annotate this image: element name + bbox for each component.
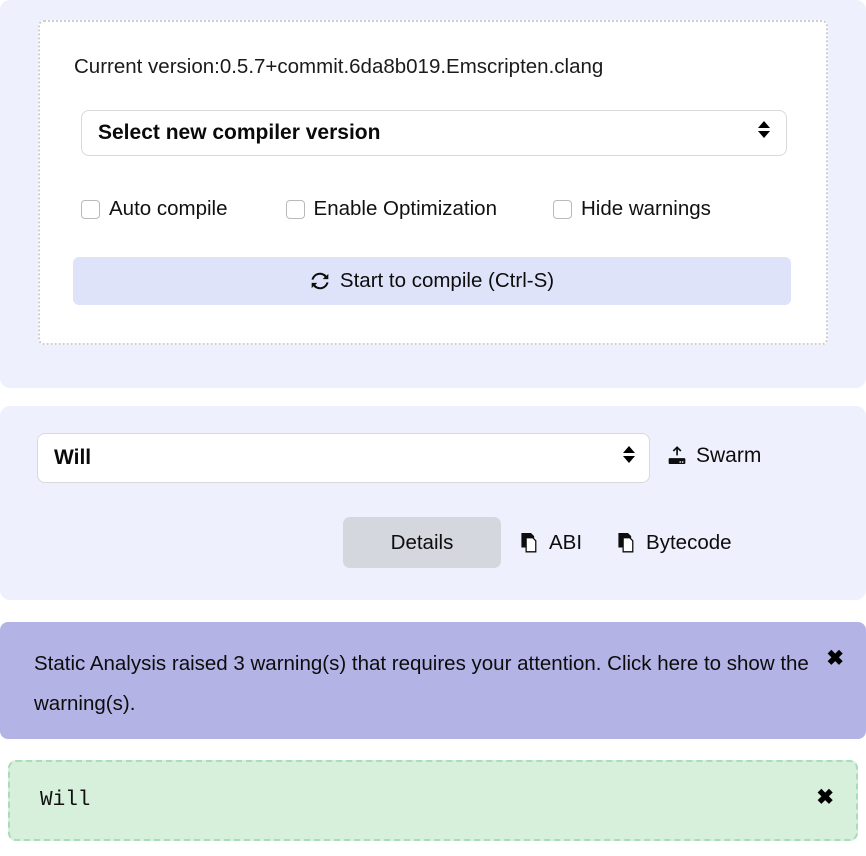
checkbox-box-icon[interactable] — [81, 199, 100, 219]
checkbox-hide-warnings[interactable]: Hide warnings — [552, 197, 711, 221]
contract-actions-row: Details ABI Bytecode — [343, 517, 732, 568]
publish-to-swarm-label: Swarm — [696, 444, 762, 467]
tab-details[interactable]: Details — [343, 517, 501, 568]
sync-icon — [311, 272, 329, 290]
copy-bytecode-button[interactable]: Bytecode — [618, 530, 732, 555]
upload-drive-icon — [668, 446, 686, 464]
compiler-options-row: Auto compile Enable Optimization Hide wa… — [81, 194, 793, 224]
chevron-up-down-icon — [623, 446, 635, 463]
checkbox-box-icon[interactable] — [552, 199, 572, 219]
copy-abi-button[interactable]: ABI — [521, 531, 582, 555]
compiler-app-root: Current version:0.5.7+commit.6da8b019.Em… — [0, 0, 866, 856]
copy-abi-label: ABI — [549, 530, 583, 554]
close-result-box-button[interactable]: ✖ — [816, 787, 834, 808]
checkbox-enable-optimization[interactable]: Enable Optimization — [285, 197, 497, 221]
compiler-dotted-container: Current version:0.5.7+commit.6da8b019.Em… — [38, 20, 828, 345]
current-version-label: Current version:0.5.7+commit.6da8b019.Em… — [74, 55, 604, 78]
contract-select-value: Will — [54, 446, 92, 469]
static-analysis-warning-message: Static Analysis raised 3 warning(s) that… — [34, 652, 809, 715]
close-warning-alert-button[interactable]: ✖ — [826, 648, 844, 669]
chevron-up-down-icon — [758, 121, 770, 138]
checkbox-box-icon[interactable] — [285, 199, 305, 219]
copy-icon — [618, 532, 634, 552]
compiler-version-select-value: Select new compiler version — [98, 121, 381, 144]
checkbox-hide-warnings-label: Hide warnings — [580, 197, 711, 220]
compilation-result-box: Will ✖ — [8, 760, 858, 841]
copy-icon — [521, 532, 537, 552]
compiler-panel: Current version:0.5.7+commit.6da8b019.Em… — [0, 0, 866, 388]
compiler-version-select[interactable]: Select new compiler version — [81, 110, 787, 156]
start-compile-button[interactable]: Start to compile (Ctrl-S) — [73, 257, 791, 305]
contract-select[interactable]: Will — [37, 433, 650, 483]
checkbox-enable-optimization-label: Enable Optimization — [313, 197, 497, 220]
tab-details-label: Details — [390, 530, 454, 554]
start-compile-button-label: Start to compile (Ctrl-S) — [339, 269, 555, 292]
copy-bytecode-label: Bytecode — [646, 530, 732, 554]
contract-panel: Will Swarm Details ABI Bytecode — [0, 406, 866, 600]
checkbox-auto-compile-label: Auto compile — [109, 197, 228, 220]
publish-to-swarm-button[interactable]: Swarm — [667, 444, 761, 468]
checkbox-auto-compile[interactable]: Auto compile — [81, 197, 228, 221]
static-analysis-warning-alert[interactable]: Static Analysis raised 3 warning(s) that… — [0, 622, 866, 739]
compilation-result-text: Will — [40, 789, 91, 812]
